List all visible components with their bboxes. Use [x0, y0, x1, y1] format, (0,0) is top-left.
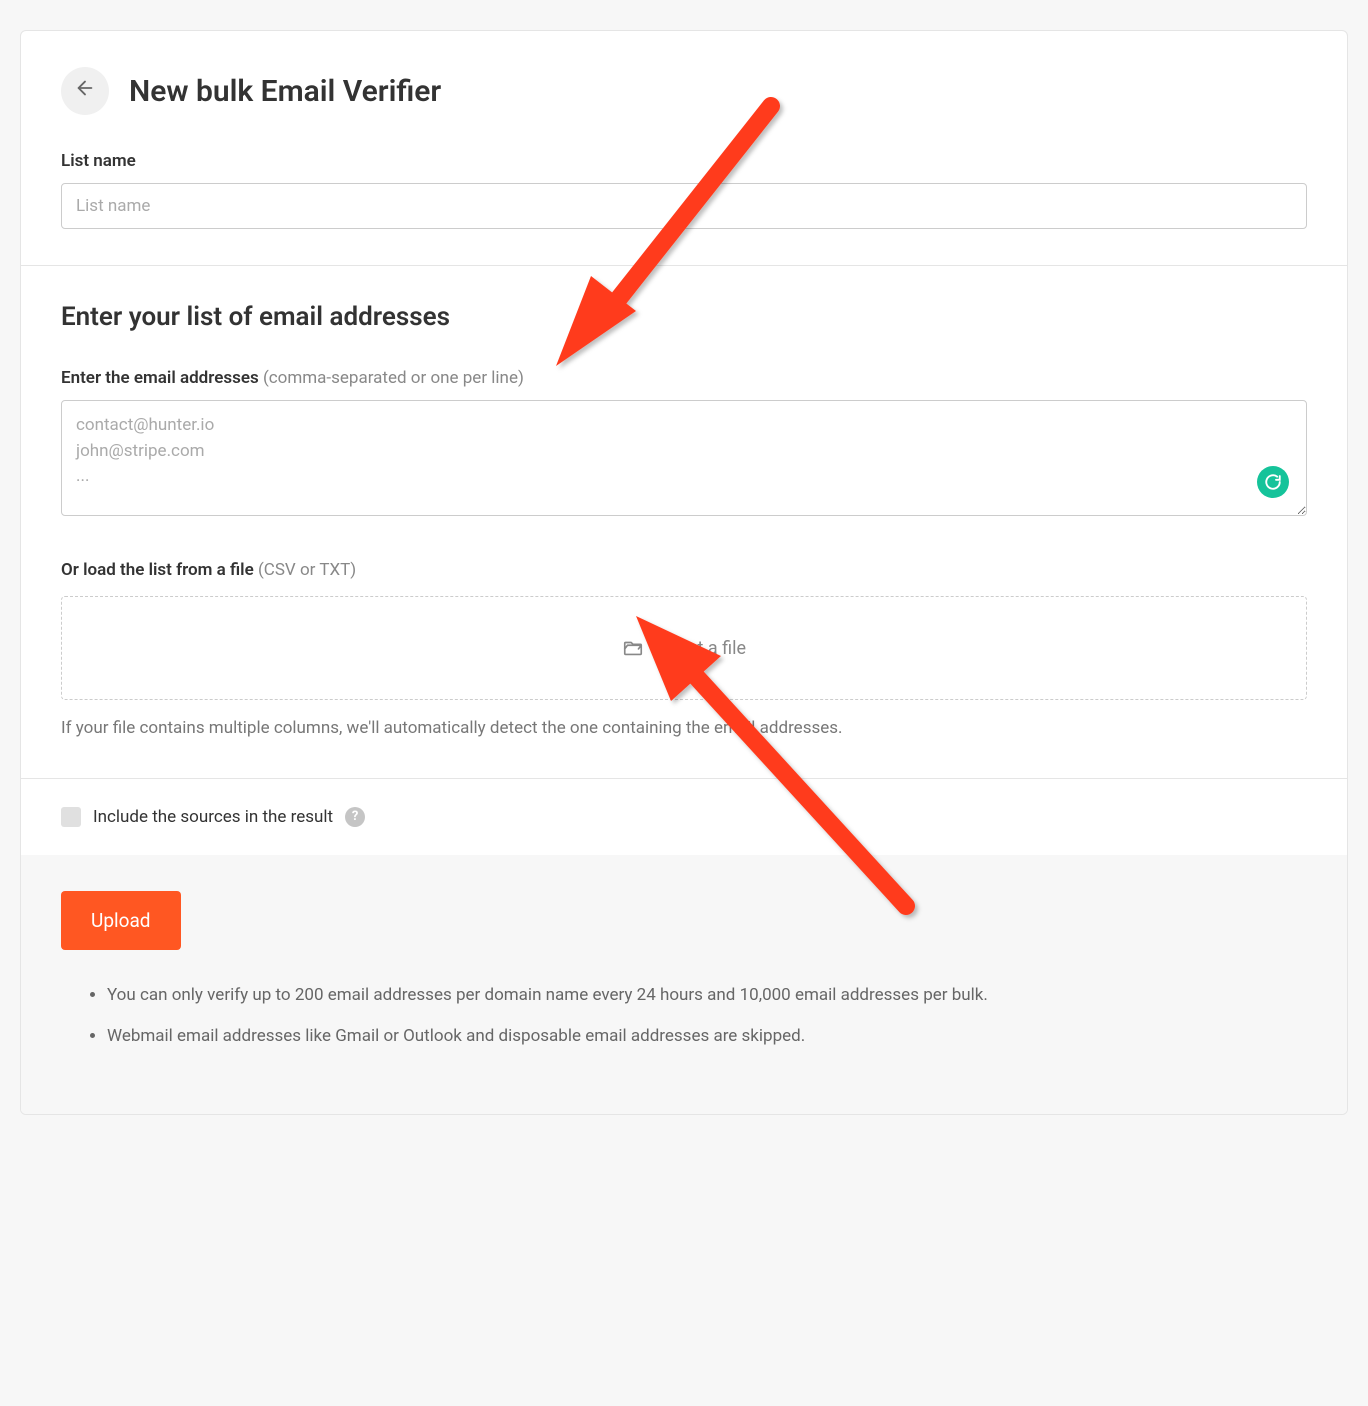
select-file-label: Select a file	[654, 638, 746, 659]
include-sources-checkbox[interactable]	[61, 807, 81, 827]
arrow-left-icon	[74, 77, 96, 105]
page-title: New bulk Email Verifier	[129, 74, 441, 109]
note-item: Webmail email addresses like Gmail or Ou…	[107, 1023, 1307, 1050]
file-help-text: If your file contains multiple columns, …	[61, 716, 1307, 742]
note-item: You can only verify up to 200 email addr…	[107, 982, 1307, 1009]
grammarly-icon[interactable]	[1257, 466, 1289, 498]
folder-open-icon	[622, 637, 644, 659]
list-name-input[interactable]	[61, 183, 1307, 229]
include-sources-label: Include the sources in the result	[93, 807, 333, 827]
email-section-heading: Enter your list of email addresses	[61, 302, 1307, 332]
notes-list: You can only verify up to 200 email addr…	[61, 982, 1307, 1050]
footer-section: Upload You can only verify up to 200 ema…	[21, 855, 1347, 1114]
back-button[interactable]	[61, 67, 109, 115]
email-section: Enter your list of email addresses Enter…	[21, 265, 1347, 778]
header-section: New bulk Email Verifier List name	[21, 31, 1347, 265]
email-addresses-textarea[interactable]	[61, 400, 1307, 516]
file-upload-label: Or load the list from a file (CSV or TXT…	[61, 560, 1307, 580]
list-name-label: List name	[61, 151, 1307, 171]
upload-button[interactable]: Upload	[61, 891, 181, 950]
email-addresses-label: Enter the email addresses (comma-separat…	[61, 368, 1307, 388]
help-icon[interactable]: ?	[345, 807, 365, 827]
main-card: New bulk Email Verifier List name Enter …	[20, 30, 1348, 1115]
options-section: Include the sources in the result ?	[21, 778, 1347, 855]
file-dropzone[interactable]: Select a file	[61, 596, 1307, 700]
